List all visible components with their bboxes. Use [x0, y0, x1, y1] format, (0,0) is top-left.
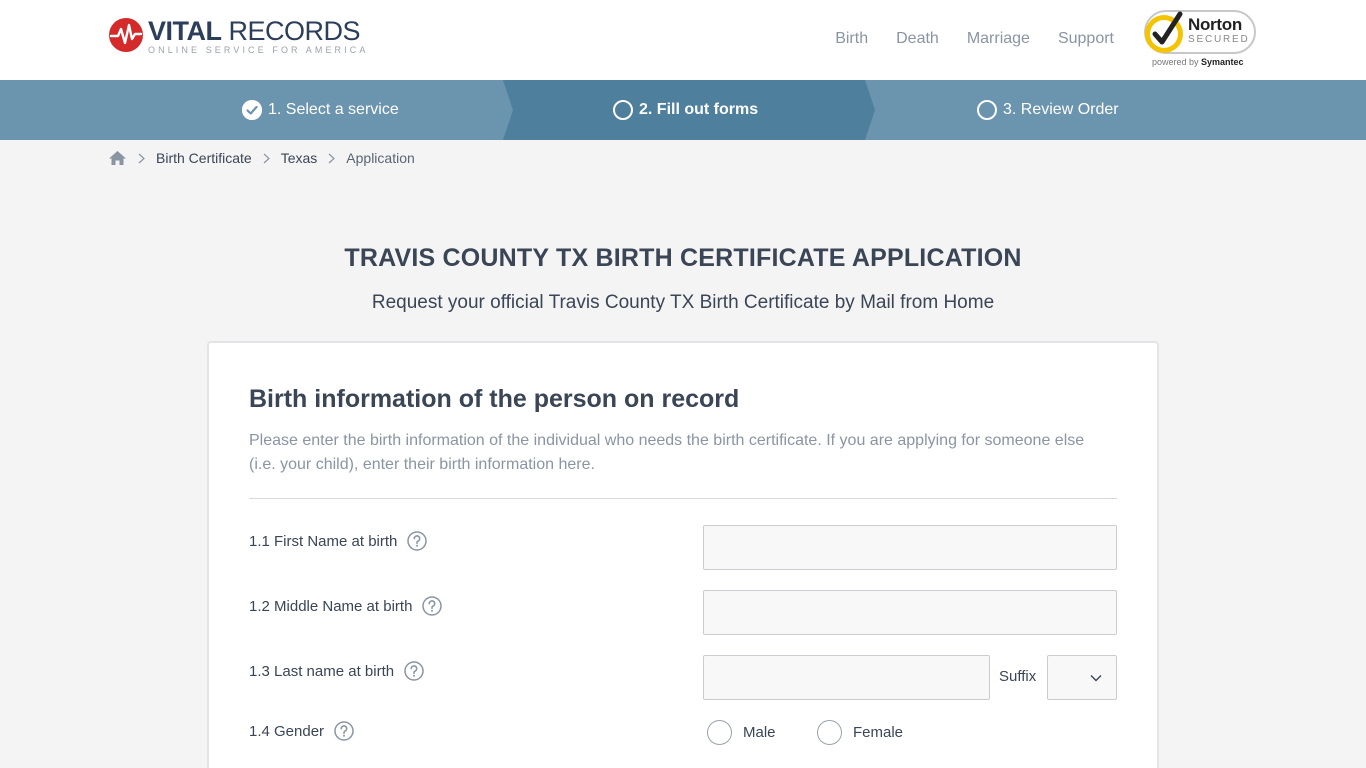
last-name-input[interactable] — [703, 655, 990, 700]
circle-icon — [613, 100, 633, 120]
gender-male-label: Male — [743, 724, 776, 741]
step-label: 2. Fill out forms — [639, 101, 759, 118]
section-title: Birth information of the person on recor… — [249, 385, 740, 413]
norton-name: Norton — [1188, 15, 1242, 34]
last-name-label: 1.3 Last name at birth — [249, 662, 395, 680]
chevron-down-icon — [1090, 675, 1102, 682]
gender-label: 1.4 Gender — [249, 722, 325, 740]
gender-row-label: 1.4 Gender — [249, 721, 354, 741]
last-name-row-label: 1.3 Last name at birth — [249, 661, 424, 681]
first-name-input[interactable] — [703, 525, 1117, 570]
section-divider — [249, 498, 1117, 499]
middle-name-label: 1.2 Middle Name at birth — [249, 597, 413, 615]
help-icon[interactable] — [404, 661, 424, 681]
radio-circle[interactable] — [707, 720, 732, 745]
step-fill-forms[interactable]: 2. Fill out forms — [613, 80, 758, 140]
breadcrumb-application: Application — [346, 150, 415, 166]
gender-male-radio[interactable]: Male — [707, 720, 776, 745]
middle-name-row-label: 1.2 Middle Name at birth — [249, 596, 443, 616]
chevron-right-icon — [328, 153, 336, 164]
help-icon[interactable] — [422, 596, 443, 616]
step-select-service[interactable]: 1. Select a service — [242, 80, 399, 140]
nav-support[interactable]: Support — [1058, 30, 1114, 48]
circle-icon — [977, 100, 997, 120]
breadcrumb: Birth Certificate Texas Application — [108, 150, 415, 166]
section-description: Please enter the birth information of th… — [249, 432, 1085, 473]
nav-marriage[interactable]: Marriage — [967, 30, 1030, 48]
step-review-order[interactable]: 3. Review Order — [977, 80, 1119, 140]
page-subtitle: Request your official Travis County TX B… — [371, 292, 995, 313]
step-label: 1. Select a service — [268, 101, 399, 118]
logo-title: VITAL RECORDS — [148, 16, 361, 46]
progress-steps: 1. Select a service 2. Fill out forms 3.… — [0, 80, 1366, 140]
norton-secured-badge[interactable]: Norton SECURED powered by Symantec — [1142, 6, 1258, 70]
first-name-row-label: 1.1 First Name at birth — [249, 531, 428, 551]
help-icon[interactable] — [334, 721, 354, 741]
norton-secured-label: SECURED — [1188, 34, 1250, 45]
home-icon[interactable] — [108, 150, 127, 166]
site-header: VITAL RECORDS ONLINE SERVICE FOR AMERICA… — [0, 0, 1366, 80]
middle-name-input[interactable] — [703, 590, 1117, 635]
first-name-label: 1.1 First Name at birth — [249, 532, 398, 550]
suffix-select[interactable] — [1047, 655, 1117, 700]
nav-birth[interactable]: Birth — [835, 30, 868, 48]
breadcrumb-birth-certificate[interactable]: Birth Certificate — [156, 150, 252, 166]
radio-circle[interactable] — [817, 720, 842, 745]
page-title: TRAVIS COUNTY TX BIRTH CERTIFICATE APPLI… — [344, 244, 1022, 272]
chevron-right-icon — [263, 153, 270, 164]
gender-female-radio[interactable]: Female — [817, 720, 903, 745]
nav-death[interactable]: Death — [896, 30, 939, 48]
gender-female-label: Female — [853, 724, 904, 741]
chevron-right-icon — [138, 153, 145, 164]
heartbeat-icon — [109, 18, 143, 52]
logo-tagline: ONLINE SERVICE FOR AMERICA — [148, 45, 369, 55]
vital-records-logo[interactable]: VITAL RECORDS ONLINE SERVICE FOR AMERICA — [108, 17, 368, 57]
main-nav: Birth Death Marriage Support — [807, 30, 1114, 48]
step-label: 3. Review Order — [1003, 101, 1119, 118]
check-circle-icon — [242, 100, 262, 120]
birth-info-form-card: Birth information of the person on recor… — [207, 341, 1159, 768]
norton-powered-by: powered by Symantec — [1152, 57, 1244, 67]
suffix-label: Suffix — [999, 668, 1037, 685]
norton-check-icon — [1145, 11, 1183, 53]
help-icon[interactable] — [407, 531, 428, 551]
breadcrumb-texas[interactable]: Texas — [281, 150, 318, 166]
